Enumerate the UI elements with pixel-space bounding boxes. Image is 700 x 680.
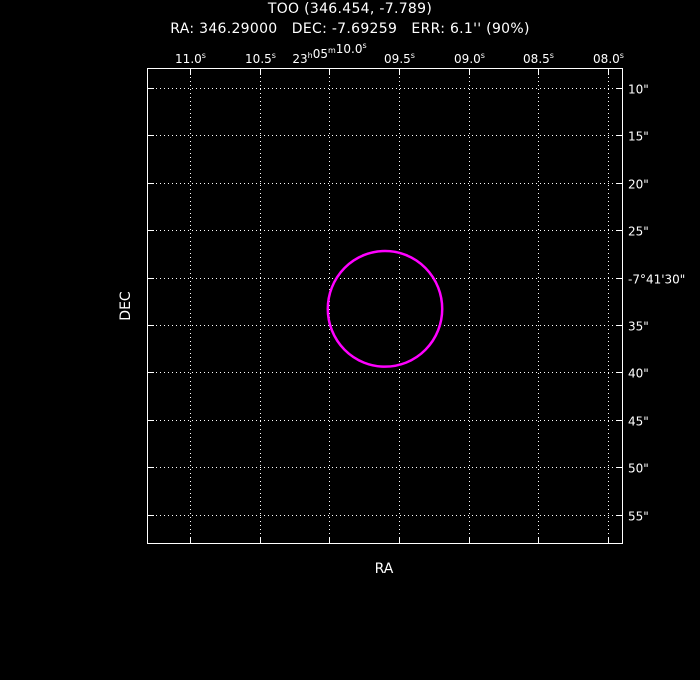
y-tick-label: 45" (628, 415, 649, 429)
sky-chart: 11.0s 10.5s 23h05m10.0s 09.5s 09.0s 08.5s 08.0… (118, 41, 685, 577)
x-tick-label: 09.5s (384, 51, 415, 66)
x-axis-label: RA (375, 561, 394, 577)
grid-lines (148, 69, 622, 543)
y-tick-label: 25" (628, 225, 649, 239)
y-axis-label: DEC (118, 291, 134, 321)
y-tick-label: 20" (628, 178, 649, 192)
y-tick-label: 55" (628, 510, 649, 524)
x-tick-label: 08.5s (523, 51, 554, 66)
y-tick-label: 35" (628, 320, 649, 334)
plot-frame (147, 68, 623, 544)
y-ticks: 10" 15" 20" 25" -7°41'30" 35" 40" 45" 50" 55" (148, 83, 685, 524)
x-tick-label: 08.0s (593, 51, 624, 66)
y-tick-label: 40" (628, 367, 649, 381)
y-tick-label: 10" (628, 83, 649, 97)
error-circle (326, 249, 444, 368)
y-tick-label: 15" (628, 130, 649, 144)
y-tick-label: -7°41'30" (628, 273, 685, 287)
x-tick-label: 11.0s (175, 51, 206, 66)
y-tick-label: 50" (628, 462, 649, 476)
x-tick-label: 10.5s (245, 51, 276, 66)
x-tick-label: 09.0s (454, 51, 485, 66)
x-tick-label: 23h05m10.0s (292, 41, 366, 66)
